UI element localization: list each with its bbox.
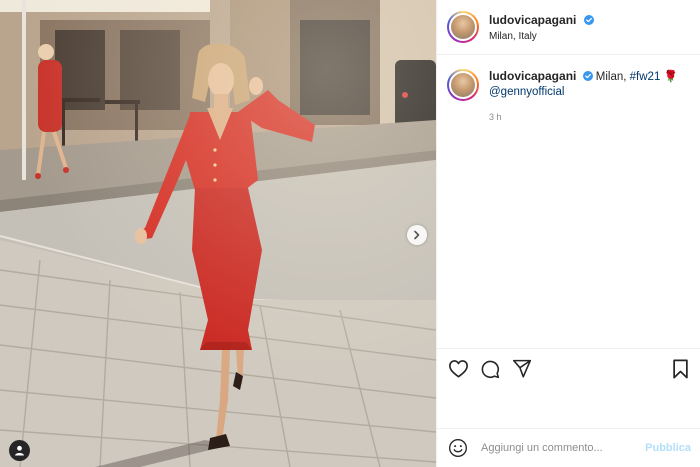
post-location[interactable]: Milan, Italy [489,31,594,43]
caption-hashtag[interactable]: #fw21 [630,71,661,83]
photo-scene [0,0,436,467]
paper-plane-icon [512,359,532,378]
post-side-panel: ludovicapagani Milan, Italy ludovicapaga… [436,0,700,467]
comment-button[interactable] [479,358,501,380]
comment-icon [481,360,500,378]
verified-badge-icon [582,71,593,81]
caption-avatar[interactable] [447,69,479,101]
add-comment-bar: Pubblica [437,428,700,467]
author-username[interactable]: ludovicapagani [489,13,576,27]
action-bar [437,348,700,388]
comment-input[interactable] [481,442,642,454]
rose-emoji: 🌹 [663,71,678,83]
user-icon [15,445,24,456]
caption-text: Milan, [595,71,627,83]
like-button[interactable] [447,358,469,380]
instagram-post: ludovicapagani Milan, Italy ludovicapaga… [0,0,700,467]
caption-mention[interactable]: @gennyofficial [489,86,564,98]
next-photo-button[interactable] [407,225,427,245]
tagged-users-button[interactable] [9,440,30,461]
post-header: ludovicapagani Milan, Italy [437,0,700,55]
chevron-right-icon [414,230,420,240]
caption: ludovicapagani Milan, #fw21 🌹 @gennyoffi… [437,55,700,125]
share-button[interactable] [511,358,533,380]
publish-button[interactable]: Pubblica [645,442,691,454]
emoji-button[interactable] [447,437,469,459]
caption-username[interactable]: ludovicapagani [489,69,576,83]
save-button[interactable] [669,358,691,380]
smiley-icon [449,439,467,457]
bookmark-icon [672,359,688,378]
heart-icon [448,360,468,378]
post-photo[interactable] [0,0,436,467]
post-time[interactable]: 3 h [489,110,689,125]
verified-badge-icon [583,15,594,26]
avatar[interactable] [447,11,479,43]
